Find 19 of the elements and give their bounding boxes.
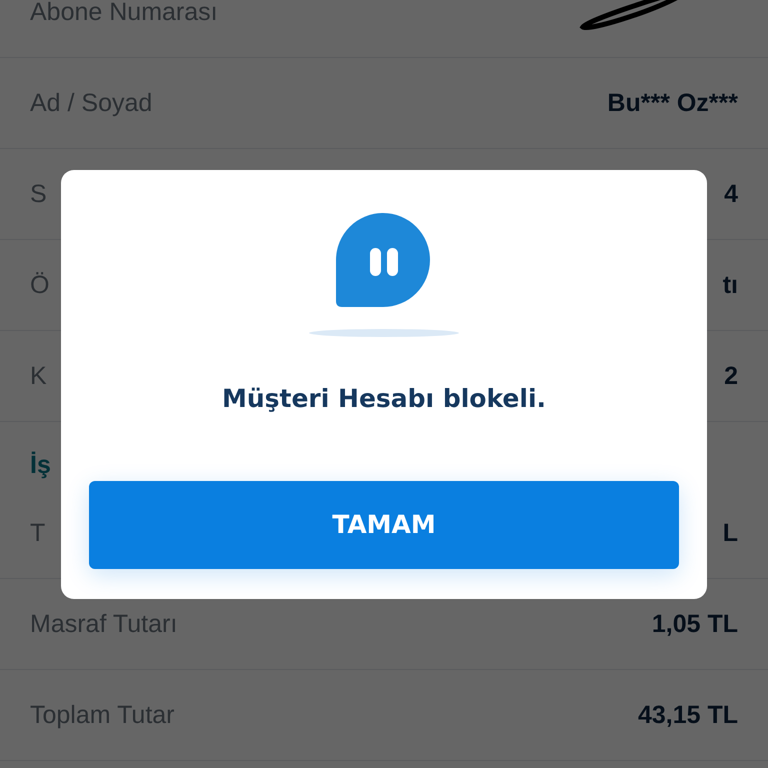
- field-label: S: [30, 180, 47, 208]
- field-value: 2: [724, 362, 738, 390]
- field-value: L: [722, 518, 738, 548]
- field-value: 1,05 TL: [652, 610, 738, 638]
- field-label: Abone Numarası: [30, 0, 218, 26]
- field-value: 43,15 TL: [638, 700, 738, 730]
- pause-icon: [336, 212, 432, 306]
- field-label: Ad / Soyad: [30, 88, 152, 118]
- section-heading: İş: [30, 451, 51, 480]
- field-label: Toplam Tutar: [30, 700, 175, 730]
- ok-button[interactable]: TAMAM: [89, 480, 679, 568]
- field-value: 4: [724, 180, 738, 208]
- field-label: T: [30, 518, 46, 548]
- field-label: Masraf Tutarı: [30, 610, 178, 638]
- field-label: K: [30, 362, 47, 390]
- field-label: Ö: [30, 270, 50, 300]
- field-value: Bu*** Oz***: [607, 88, 738, 118]
- field-value: tı: [722, 270, 738, 300]
- dialog-message: Müşteri Hesabı blokeli.: [222, 384, 546, 412]
